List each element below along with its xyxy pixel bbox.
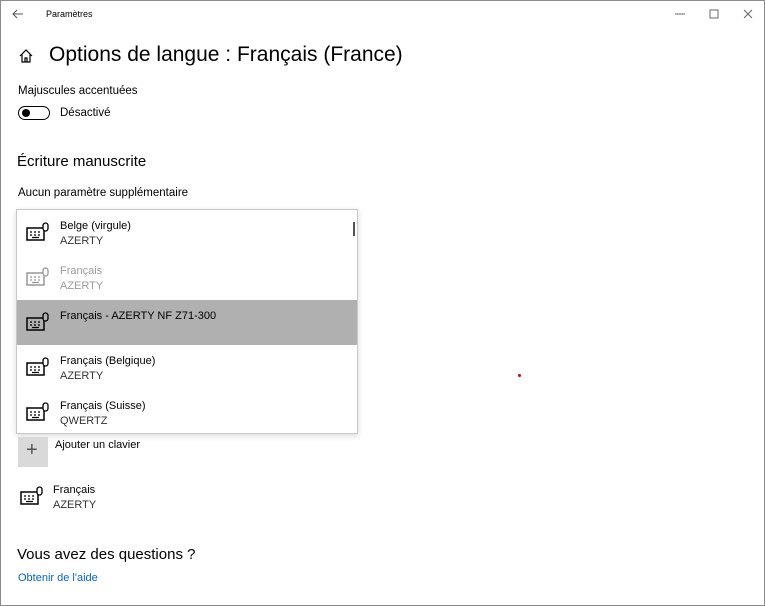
keyboard-option-francais: Français AZERTY — [17, 255, 357, 300]
keyboard-icon — [26, 402, 49, 421]
accent-caps-label: Majuscules accentuées — [18, 85, 138, 97]
back-arrow-icon[interactable] — [11, 7, 25, 21]
keyboard-option-azerty-nf[interactable]: Français - AZERTY NF Z71-300 — [17, 300, 357, 345]
minimize-icon[interactable] — [673, 7, 687, 21]
app-title: Paramètres — [46, 9, 93, 19]
keyboard-option-belgique[interactable]: Français (Belgique) AZERTY — [17, 345, 357, 390]
installed-keyboard-layout: AZERTY — [53, 499, 97, 511]
keyboard-icon — [26, 312, 49, 331]
dropdown-scrollbar[interactable] — [353, 222, 355, 236]
maximize-icon[interactable] — [707, 7, 721, 21]
keyboard-icon — [26, 222, 49, 241]
keyboard-icon — [26, 357, 49, 376]
settings-window: Paramètres Options de langue : Français … — [0, 0, 765, 606]
toggle-state-text: Désactivé — [60, 107, 111, 119]
keyboard-option-name: Français - AZERTY NF Z71-300 — [60, 310, 217, 322]
help-heading: Vous avez des questions ? — [17, 546, 196, 563]
home-icon[interactable] — [18, 48, 34, 64]
keyboard-dropdown-list[interactable]: Belge (virgule) AZERTY Français AZERTY F… — [16, 209, 358, 434]
keyboard-icon — [20, 486, 43, 505]
accent-caps-toggle[interactable] — [18, 106, 50, 120]
add-keyboard-label[interactable]: Ajouter un clavier — [55, 439, 140, 451]
keyboard-option-layout: AZERTY — [60, 235, 104, 247]
handwriting-subtitle: Aucun paramètre supplémentaire — [18, 187, 189, 199]
title-bar: Paramètres — [1, 1, 764, 29]
keyboard-icon — [26, 267, 49, 286]
installed-keyboard-name: Français — [53, 484, 96, 496]
keyboard-option-layout: QWERTZ — [60, 415, 108, 427]
installed-keyboard[interactable]: Français AZERTY — [18, 482, 218, 517]
keyboard-option-name: Français (Belgique) — [60, 355, 156, 367]
handwriting-heading: Écriture manuscrite — [17, 153, 147, 170]
keyboard-option-name: Français — [60, 265, 103, 277]
toggle-knob — [22, 109, 30, 117]
add-keyboard-button[interactable]: + — [18, 437, 48, 467]
get-help-link[interactable]: Obtenir de l'aide — [18, 572, 98, 584]
keyboard-option-name: Belge (virgule) — [60, 220, 131, 232]
page-title: Options de langue : Français (France) — [49, 43, 403, 66]
keyboard-option-belge[interactable]: Belge (virgule) AZERTY — [17, 210, 357, 255]
keyboard-option-name: Français (Suisse) — [60, 400, 146, 412]
keyboard-option-layout: AZERTY — [60, 280, 104, 292]
close-icon[interactable] — [741, 7, 755, 21]
plus-icon: + — [26, 439, 38, 461]
keyboard-option-layout: AZERTY — [60, 370, 104, 382]
keyboard-option-suisse[interactable]: Français (Suisse) QWERTZ — [17, 390, 357, 433]
cursor-dot — [518, 374, 521, 377]
